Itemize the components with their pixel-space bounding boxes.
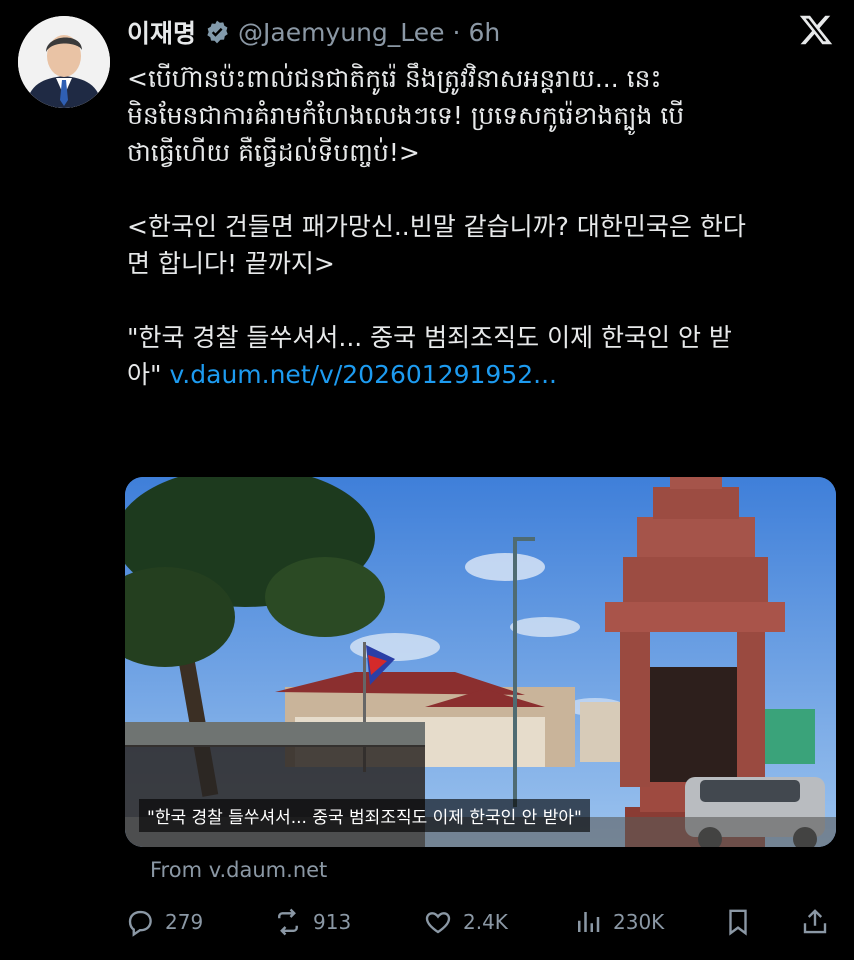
verified-badge-icon [204,19,230,45]
reply-button[interactable]: 279 [125,900,203,944]
post-time[interactable]: 6h [469,18,501,47]
repost-icon [278,908,298,936]
like-count: 2.4K [463,910,508,934]
khmer-paragraph: <បើហ៊ានប៉ះពាល់ជនជាតិកូរ៉េ នឹងត្រូវវិនាសអ… [127,64,685,167]
headline-paragraph: "한국 경찰 들쑤셔서... 중국 범죄조직도 이제 한국인 안 받 아" v.… [127,319,837,393]
avatar-image [18,16,110,108]
share-button[interactable] [800,900,840,944]
author-name[interactable]: 이재명 [127,14,196,50]
card-source[interactable]: From v.daum.net [150,858,327,882]
views-icon [578,912,600,932]
bookmark-icon [729,909,747,936]
author-handle[interactable]: @Jaemyung_Lee [238,18,445,47]
like-button[interactable]: 2.4K [423,900,508,944]
tweet-body: <បើហ៊ានប៉ះពាល់ជនជាតិកូរ៉េ នឹងត្រូវវិនាសអ… [127,60,837,393]
views-button[interactable]: 230K [573,900,664,944]
repost-button[interactable]: 913 [273,900,351,944]
views-count: 230K [613,910,665,934]
tweet-header: 이재명 @Jaemyung_Lee · 6h [127,14,500,50]
like-icon [425,912,451,934]
korean-paragraph: <한국인 건들면 패가망신..빈말 같습니까? 대한민국은 한다 면 합니다! … [127,212,746,278]
reply-count: 279 [165,910,204,934]
article-link[interactable]: v.daum.net/v/202601291952... [169,360,557,389]
card-image [125,477,836,847]
time-separator: · [452,17,461,47]
share-icon [803,909,827,934]
card-caption: "한국 경찰 들쑤셔서... 중국 범죄조직도 이제 한국인 안 받아" [139,799,590,832]
repost-count: 913 [313,910,352,934]
reply-icon [128,910,152,937]
action-bar: 279 913 2.4K 230K [125,900,836,944]
bookmark-button[interactable] [723,900,763,944]
x-logo-icon[interactable] [798,12,834,48]
avatar[interactable] [18,16,110,108]
link-card[interactable]: "한국 경찰 들쑤셔서... 중국 범죄조직도 이제 한국인 안 받아" [125,477,836,847]
